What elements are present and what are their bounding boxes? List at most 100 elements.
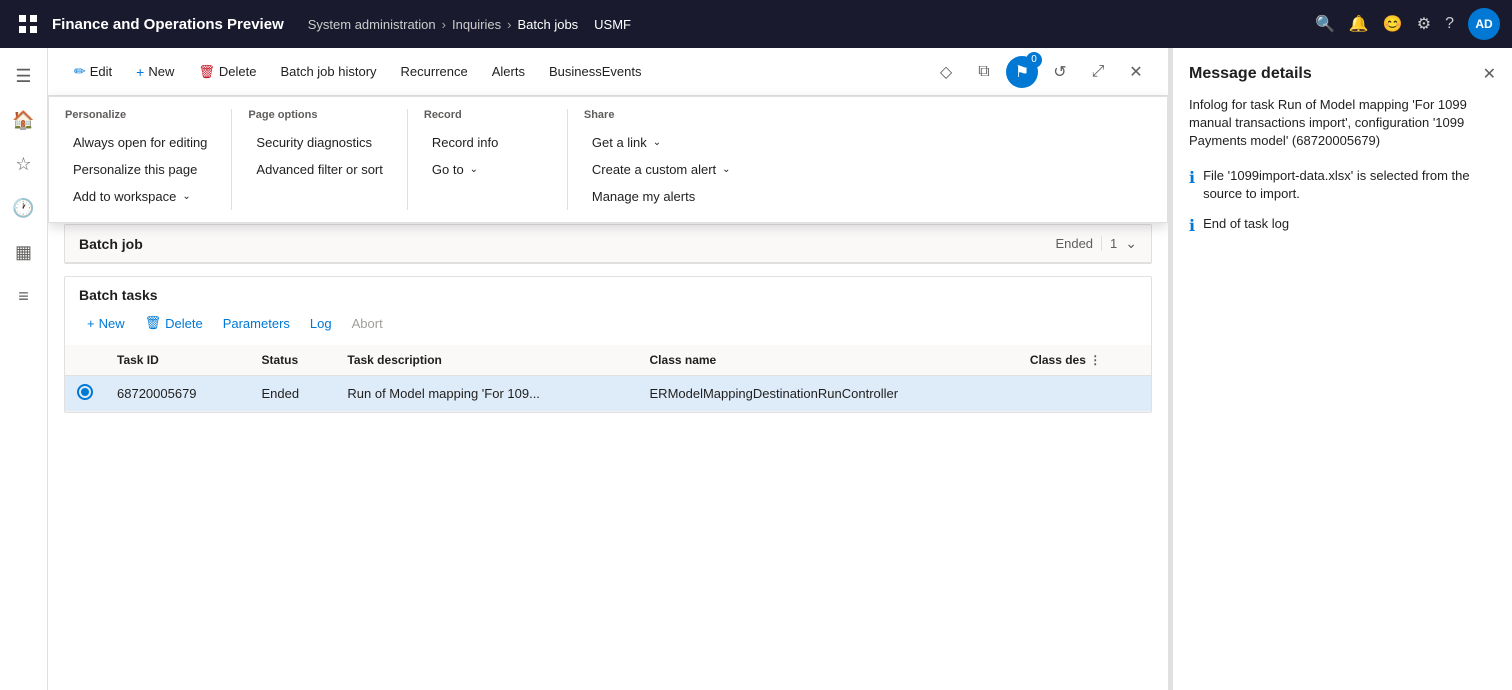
emoji-icon[interactable]: 😊 — [1383, 14, 1403, 34]
menu-item-custom-alert[interactable]: Create a custom alert ⌄ — [584, 156, 739, 183]
table-header-row: Task ID Status Task description Class na… — [65, 345, 1151, 376]
alerts-button[interactable]: Alerts — [482, 58, 535, 85]
go-to-chevron: ⌄ — [470, 164, 478, 175]
right-panel-close[interactable]: ✕ — [1483, 64, 1496, 84]
sidebar-menu-icon[interactable]: ☰ — [4, 56, 44, 96]
batch-job-chevron: ⌄ — [1125, 235, 1137, 252]
batch-job-section: Batch job Ended 1 ⌄ — [64, 224, 1152, 264]
col-task-id: Task ID — [105, 345, 249, 376]
menu-item-manage-alerts[interactable]: Manage my alerts — [584, 183, 739, 210]
col-status: Status — [249, 345, 335, 376]
record-section: Record Record info Go to ⌄ — [408, 109, 568, 210]
bell-icon[interactable]: 🔔 — [1349, 14, 1369, 34]
personalize-section-title: Personalize — [65, 109, 215, 121]
badge: 0 — [1026, 52, 1042, 68]
cell-class-des — [1018, 376, 1151, 412]
recurrence-button[interactable]: Recurrence — [391, 58, 478, 85]
sidebar-grid-icon[interactable]: ▦ — [4, 232, 44, 272]
close-toolbar-icon[interactable]: ✕ — [1120, 56, 1152, 88]
tasks-log-button[interactable]: Log — [302, 312, 340, 335]
radio-button-selected[interactable] — [77, 384, 93, 400]
tasks-new-icon: + — [87, 316, 95, 331]
main-layout: ☰ 🏠 ☆ 🕐 ▦ ≡ ✏ Edit + New 🗑 Delete Batch … — [0, 48, 1512, 690]
menu-item-security-diagnostics[interactable]: Security diagnostics — [248, 129, 390, 156]
batch-job-section-header[interactable]: Batch job Ended 1 ⌄ — [65, 225, 1151, 263]
tasks-delete-button[interactable]: 🗑 Delete — [137, 311, 211, 335]
table-row[interactable]: 68720005679 Ended Run of Model mapping '… — [65, 376, 1151, 412]
menu-item-personalize-page[interactable]: Personalize this page — [65, 156, 215, 183]
sidebar-home-icon[interactable]: 🏠 — [4, 100, 44, 140]
sidebar: ☰ 🏠 ☆ 🕐 ▦ ≡ — [0, 48, 48, 690]
get-link-chevron: ⌄ — [653, 137, 661, 148]
menu-item-always-open[interactable]: Always open for editing — [65, 129, 215, 156]
right-panel-main-text: Infolog for task Run of Model mapping 'F… — [1189, 96, 1496, 151]
top-nav: Finance and Operations Preview System ad… — [0, 0, 1512, 48]
search-icon[interactable]: 🔍 — [1315, 14, 1335, 34]
record-section-title: Record — [424, 109, 551, 121]
col-more-icon[interactable]: ⋮ — [1089, 353, 1101, 367]
col-class-des: Class des ⋮ — [1018, 345, 1151, 376]
custom-alert-chevron: ⌄ — [722, 164, 730, 175]
col-radio — [65, 345, 105, 376]
right-panel: Message details ✕ Infolog for task Run o… — [1172, 48, 1512, 690]
diamond-icon[interactable]: ◇ — [930, 56, 962, 88]
delete-button[interactable]: 🗑 Delete — [188, 58, 266, 86]
sidebar-clock-icon[interactable]: 🕐 — [4, 188, 44, 228]
tasks-new-button[interactable]: + New — [79, 312, 133, 335]
refresh-icon[interactable]: ↺ — [1044, 56, 1076, 88]
breadcrumb-system-admin[interactable]: System administration — [308, 17, 436, 32]
right-panel-info-icon-1: ℹ — [1189, 168, 1195, 188]
toolbar-right: ◇ ⧉ ⚑ 0 ↺ ⤢ ✕ — [930, 56, 1152, 88]
sidebar-star-icon[interactable]: ☆ — [4, 144, 44, 184]
settings-icon[interactable]: ⚙ — [1417, 14, 1431, 34]
row-radio[interactable] — [65, 376, 105, 412]
right-panel-item-2: ℹ End of task log — [1189, 215, 1496, 236]
menu-item-add-workspace[interactable]: Add to workspace ⌄ — [65, 183, 215, 210]
toolbar: ✏ Edit + New 🗑 Delete Batch job history … — [48, 48, 1168, 96]
edit-button[interactable]: ✏ Edit — [64, 57, 122, 86]
batch-history-button[interactable]: Batch job history — [270, 58, 386, 85]
content-area: ✏ Edit + New 🗑 Delete Batch job history … — [48, 48, 1168, 690]
menu-item-go-to[interactable]: Go to ⌄ — [424, 156, 551, 183]
cell-status: Ended — [249, 376, 335, 412]
breadcrumb-batch-jobs[interactable]: Batch jobs — [517, 17, 578, 32]
page-options-title: Page options — [248, 109, 390, 121]
share-section: Share Get a link ⌄ Create a custom alert… — [568, 109, 755, 210]
sidebar-list-icon[interactable]: ≡ — [4, 276, 44, 316]
right-panel-header: Message details ✕ — [1189, 64, 1496, 84]
breadcrumb-chevron-2: › — [507, 17, 511, 32]
col-task-desc: Task description — [335, 345, 637, 376]
avatar[interactable]: AD — [1468, 8, 1500, 40]
batch-tasks-section: Batch tasks + New 🗑 Delete Parameters — [64, 276, 1152, 413]
share-section-title: Share — [584, 109, 739, 121]
menu-item-advanced-filter[interactable]: Advanced filter or sort — [248, 156, 390, 183]
edit-icon: ✏ — [74, 63, 86, 80]
business-events-button[interactable]: BusinessEvents — [539, 58, 652, 85]
right-panel-item-1: ℹ File '1099import-data.xlsx' is selecte… — [1189, 167, 1496, 203]
menu-item-get-link[interactable]: Get a link ⌄ — [584, 129, 739, 156]
breadcrumb: System administration › Inquiries › Batc… — [308, 17, 578, 32]
new-icon: + — [136, 64, 144, 80]
expand-icon[interactable]: ⤢ — [1082, 56, 1114, 88]
menu-item-record-info[interactable]: Record info — [424, 129, 551, 156]
new-button[interactable]: + New — [126, 58, 184, 86]
help-icon[interactable]: ? — [1445, 15, 1454, 33]
tasks-abort-button[interactable]: Abort — [344, 312, 391, 335]
personalize-section: Personalize Always open for editing Pers… — [49, 109, 232, 210]
batch-job-section-title: Batch job — [79, 236, 1055, 252]
add-workspace-chevron: ⌄ — [182, 191, 190, 202]
app-title: Finance and Operations Preview — [52, 16, 284, 33]
right-panel-info-icon-2: ℹ — [1189, 216, 1195, 236]
cell-task-id: 68720005679 — [105, 376, 249, 412]
cell-task-desc: Run of Model mapping 'For 109... — [335, 376, 637, 412]
batch-tasks-header: Batch tasks + New 🗑 Delete Parameters — [65, 277, 1151, 345]
columns-icon[interactable]: ⧉ — [968, 56, 1000, 88]
batch-tasks-title: Batch tasks — [79, 287, 1137, 303]
app-grid-icon[interactable] — [12, 8, 44, 40]
tasks-parameters-button[interactable]: Parameters — [215, 312, 298, 335]
batch-job-status: Ended — [1055, 236, 1093, 251]
tasks-toolbar: + New 🗑 Delete Parameters Log — [79, 311, 1137, 335]
breadcrumb-inquiries[interactable]: Inquiries — [452, 17, 501, 32]
page-options-section: Page options Security diagnostics Advanc… — [232, 109, 407, 210]
delete-icon: 🗑 — [198, 64, 215, 80]
